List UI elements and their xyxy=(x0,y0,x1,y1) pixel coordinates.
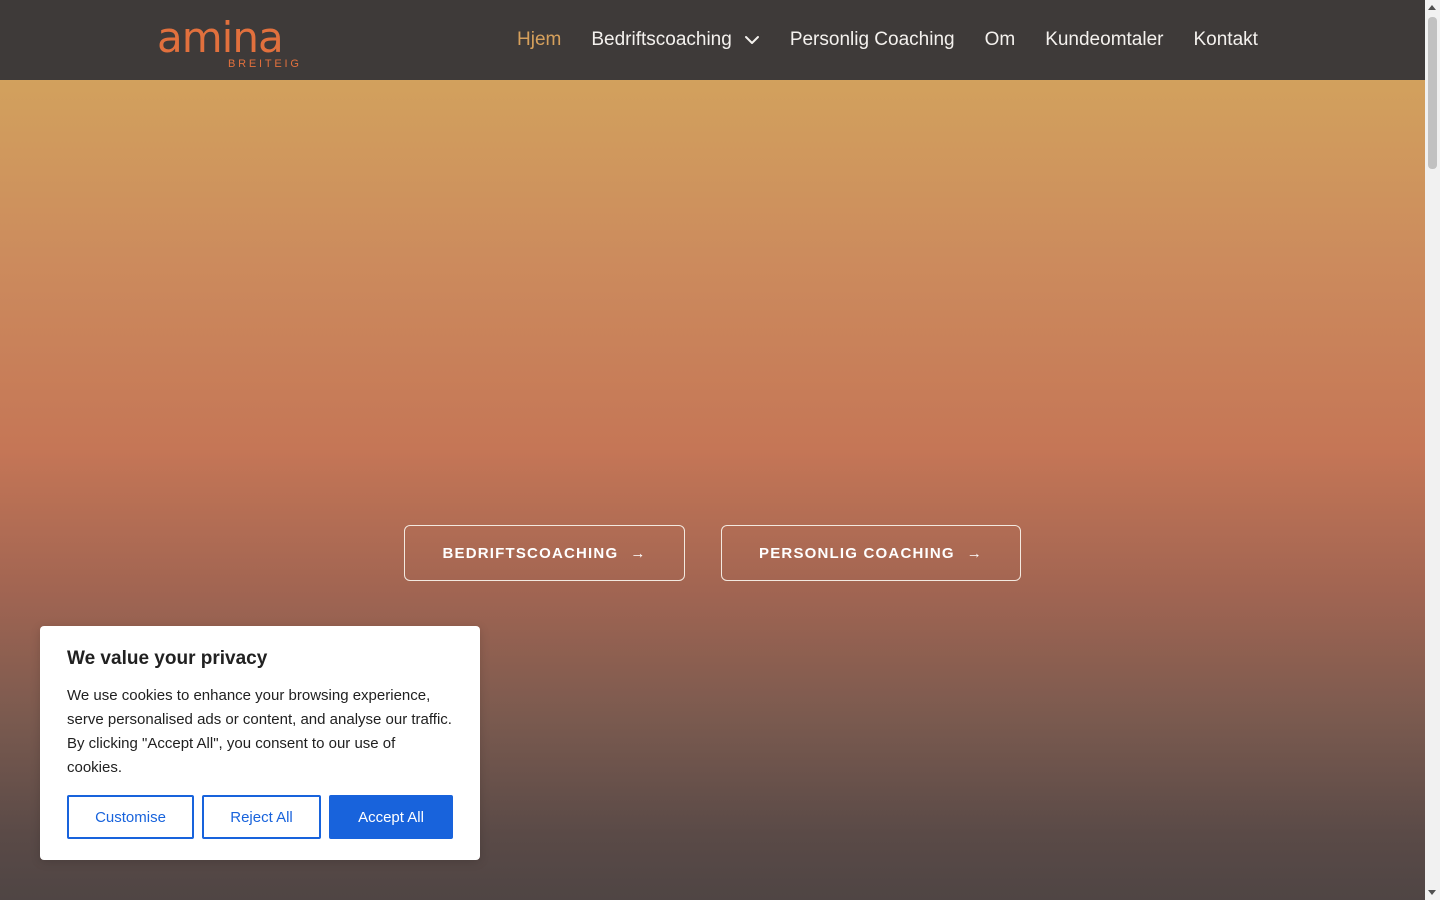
scroll-thumb[interactable] xyxy=(1428,17,1437,169)
logo-wordmark: amina xyxy=(157,13,284,62)
chevron-down-icon[interactable] xyxy=(744,32,760,48)
main-nav: Hjem Bedriftscoaching Personlig Coaching… xyxy=(517,28,1258,52)
accept-all-button[interactable]: Accept All xyxy=(329,795,453,839)
cookie-buttons: Customise Reject All Accept All xyxy=(67,795,453,839)
nav-item-bedriftscoaching[interactable]: Bedriftscoaching xyxy=(591,29,759,51)
logo-subtitle: BREITEIG xyxy=(228,58,302,70)
site-header: amina BREITEIG Hjem Bedriftscoaching Per… xyxy=(0,0,1425,80)
cta-bedriftscoaching-button[interactable]: BEDRIFTSCOACHING → xyxy=(404,525,685,581)
nav-item-personlig-coaching[interactable]: Personlig Coaching xyxy=(790,29,955,51)
arrow-right-icon: → xyxy=(966,544,983,562)
nav-item-label: Hjem xyxy=(517,29,562,50)
reject-all-button[interactable]: Reject All xyxy=(202,795,321,839)
logo[interactable]: amina BREITEIG xyxy=(157,14,302,72)
nav-item-label: Om xyxy=(984,29,1016,50)
cta-label: BEDRIFTSCOACHING xyxy=(442,544,619,562)
arrow-right-icon: → xyxy=(630,544,647,562)
cookie-consent-dialog: We value your privacy We use cookies to … xyxy=(40,626,480,860)
nav-item-label: Kontakt xyxy=(1193,29,1258,50)
scroll-down-icon[interactable] xyxy=(1428,890,1436,895)
customise-button[interactable]: Customise xyxy=(67,795,194,839)
cookie-title: We value your privacy xyxy=(67,648,268,669)
scroll-up-icon[interactable] xyxy=(1428,5,1436,10)
cta-personlig-coaching-button[interactable]: PERSONLIG COACHING → xyxy=(721,525,1021,581)
nav-item-label: Bedriftscoaching xyxy=(591,29,732,50)
cta-label: PERSONLIG COACHING xyxy=(759,544,955,562)
nav-item-om[interactable]: Om xyxy=(985,29,1016,51)
nav-item-label: Personlig Coaching xyxy=(789,29,955,50)
nav-item-hjem[interactable]: Hjem xyxy=(517,29,561,51)
nav-item-kundeomtaler[interactable]: Kundeomtaler xyxy=(1045,29,1163,51)
nav-item-kontakt[interactable]: Kontakt xyxy=(1193,29,1257,51)
page-scrollbar[interactable] xyxy=(1425,0,1440,900)
cookie-text: We use cookies to enhance your browsing … xyxy=(67,687,452,776)
nav-item-label: Kundeomtaler xyxy=(1045,29,1164,50)
